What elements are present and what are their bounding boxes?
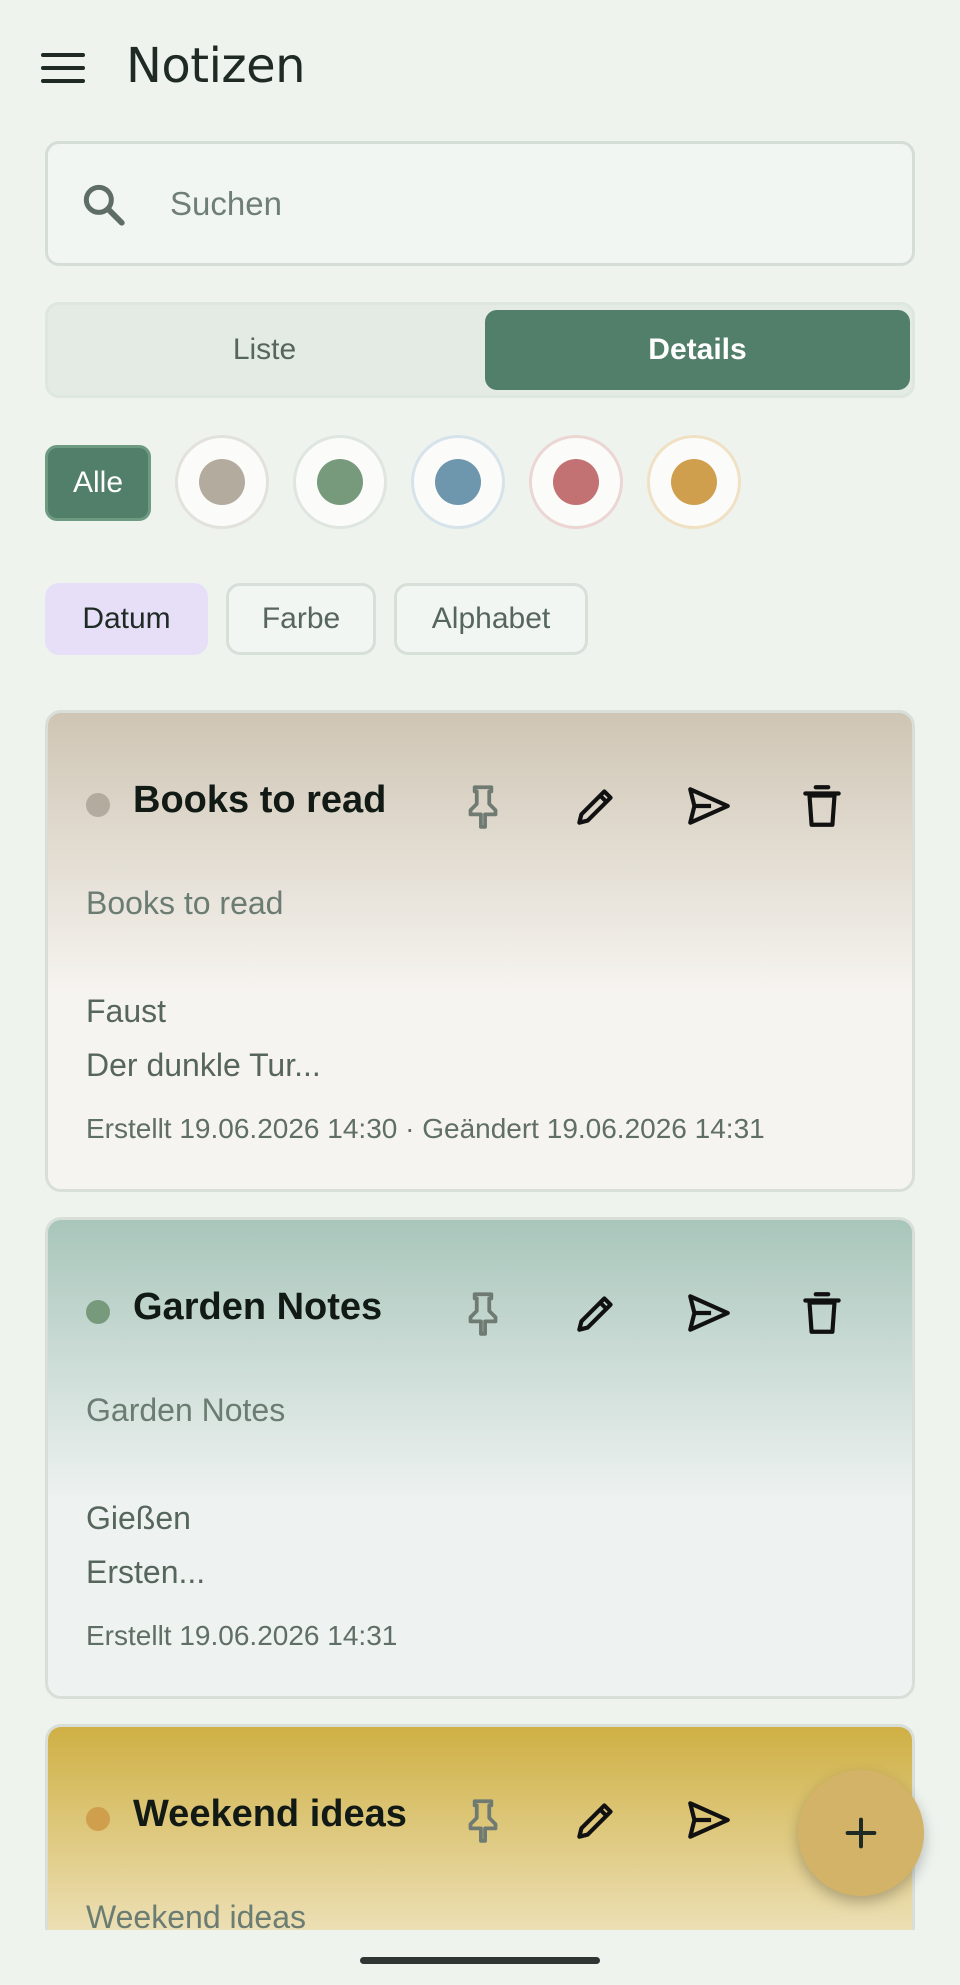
color-filter-yellow[interactable] xyxy=(647,435,741,529)
note-color-dot xyxy=(86,793,110,817)
send-icon[interactable] xyxy=(684,1795,734,1845)
note-meta: Erstellt 19.06.2026 14:31 xyxy=(86,1620,398,1651)
color-filter: Alle xyxy=(45,435,915,530)
note-color-dot xyxy=(86,1807,110,1831)
note-card[interactable]: Books to read Books to read Faust Der du… xyxy=(45,710,915,1192)
sort-datum[interactable]: Datum xyxy=(45,583,208,655)
color-dot-red xyxy=(553,459,599,505)
sort-options: Datum Farbe Alphabet xyxy=(45,583,915,657)
note-body-line: Garden Notes xyxy=(86,1392,286,1428)
add-note-button[interactable] xyxy=(798,1770,924,1896)
gesture-handle[interactable] xyxy=(360,1957,600,1964)
trash-icon[interactable] xyxy=(797,1288,847,1338)
note-title: Garden Notes xyxy=(133,1286,383,1328)
pencil-icon[interactable] xyxy=(571,781,621,831)
system-nav-bar xyxy=(0,1930,960,1985)
note-body-line: Faust xyxy=(86,993,167,1029)
color-filter-red[interactable] xyxy=(529,435,623,529)
app-bar: Notizen xyxy=(0,0,960,135)
plus-icon xyxy=(845,1817,877,1849)
color-dot-grey xyxy=(199,459,245,505)
color-filter-grey[interactable] xyxy=(175,435,269,529)
page-title: Notizen xyxy=(126,38,306,94)
note-body-line xyxy=(86,930,321,984)
note-title: Weekend ideas xyxy=(133,1793,407,1835)
search-bar[interactable] xyxy=(45,141,915,266)
menu-icon[interactable] xyxy=(38,48,88,88)
note-title: Books to read xyxy=(133,779,387,821)
pin-icon[interactable] xyxy=(458,781,508,831)
sort-alphabet[interactable]: Alphabet xyxy=(394,583,588,655)
pin-icon[interactable] xyxy=(458,1288,508,1338)
note-card[interactable]: Weekend ideas Weekend ideas xyxy=(45,1724,915,1930)
pencil-icon[interactable] xyxy=(571,1288,621,1338)
color-filter-green[interactable] xyxy=(293,435,387,529)
note-body-line: Ersten... xyxy=(86,1554,206,1590)
note-meta: Erstellt 19.06.2026 14:30 · Geändert 19.… xyxy=(86,1113,765,1144)
view-toggle: Liste Details xyxy=(45,302,915,398)
pin-icon[interactable] xyxy=(458,1795,508,1845)
color-filter-blue[interactable] xyxy=(411,435,505,529)
note-body-line: Gießen xyxy=(86,1500,191,1536)
search-input[interactable] xyxy=(170,184,820,223)
color-dot-green xyxy=(317,459,363,505)
note-body: Garden Notes Gießen Ersten... xyxy=(86,1383,285,1599)
pencil-icon[interactable] xyxy=(571,1795,621,1845)
toggle-details[interactable]: Details xyxy=(485,310,910,390)
trash-icon[interactable] xyxy=(797,781,847,831)
note-card[interactable]: Garden Notes Garden Notes Gießen Ersten.… xyxy=(45,1217,915,1699)
color-filter-all[interactable]: Alle xyxy=(45,445,151,521)
note-color-dot xyxy=(86,1300,110,1324)
note-body: Books to read Faust Der dunkle Tur... xyxy=(86,876,321,1092)
sort-farbe[interactable]: Farbe xyxy=(226,583,376,655)
note-body-line: Books to read xyxy=(86,885,284,921)
note-body-line: Weekend ideas xyxy=(86,1899,306,1930)
color-dot-yellow xyxy=(671,459,717,505)
send-icon[interactable] xyxy=(684,1288,734,1338)
note-body-line: Der dunkle Tur... xyxy=(86,1047,321,1083)
send-icon[interactable] xyxy=(684,781,734,831)
toggle-liste[interactable]: Liste xyxy=(52,310,477,390)
search-icon xyxy=(83,184,125,226)
note-body-line xyxy=(86,1437,285,1491)
note-body: Weekend ideas xyxy=(86,1890,306,1930)
color-dot-blue xyxy=(435,459,481,505)
